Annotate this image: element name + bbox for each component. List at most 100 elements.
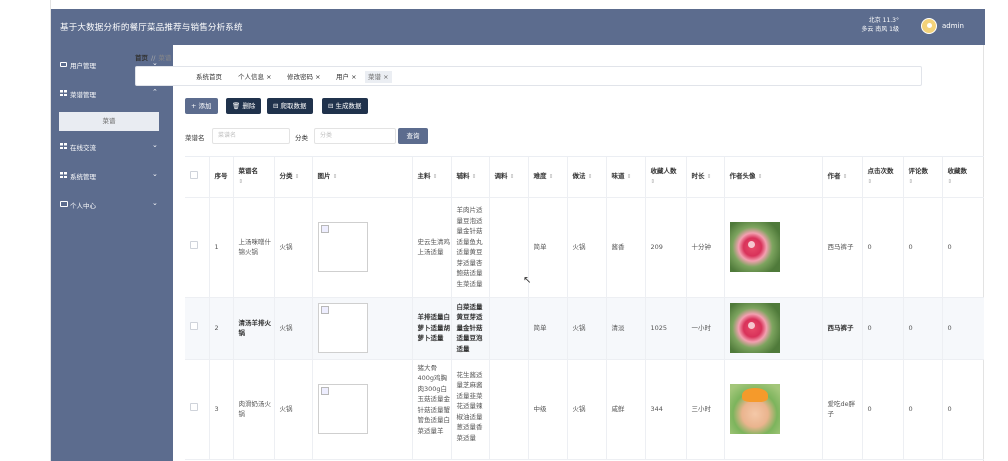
col-clicks[interactable]: 点击次数 ⇕	[862, 157, 904, 198]
recipe-table: 序号 菜谱名 ⇕ 分类 ⇕ 图片 ⇕ 主料 ⇕ 辅料 ⇕ 调料 ⇕ 难度 ⇕ 做法…	[185, 157, 984, 460]
username[interactable]: admin	[942, 22, 964, 30]
sidebar-item-online-chat[interactable]: 在线交流 ⌄	[51, 135, 173, 159]
sidebar-item-personal-center[interactable]: 个人中心 ⌄	[51, 193, 173, 217]
top-strip	[51, 0, 985, 9]
cell-seasoning	[489, 297, 529, 360]
col-taste[interactable]: 味道 ⇕	[606, 157, 646, 198]
col-category[interactable]: 分类 ⇕	[274, 157, 313, 198]
query-button[interactable]: 查询	[398, 128, 428, 144]
cell-category: 火锅	[274, 297, 313, 360]
chevron-down-icon: ⌄	[152, 170, 158, 178]
mouse-cursor-icon: ↖	[523, 275, 532, 286]
table-row[interactable]: 3 肉滑奶汤火锅 火锅 猪大骨400g鸡胸肉300g白玉菇适量金针菇适量蟹管鱼适…	[185, 359, 984, 460]
sort-icon[interactable]: ⇕	[843, 174, 848, 180]
tab-change-password[interactable]: 修改密码 ×	[284, 71, 324, 83]
cell-name: 清汤羊排火锅	[233, 297, 275, 360]
col-duration[interactable]: 时长 ⇕	[686, 157, 725, 198]
breadcrumb: 首页//菜谱	[135, 52, 171, 62]
table-header-row: 序号 菜谱名 ⇕ 分类 ⇕ 图片 ⇕ 主料 ⇕ 辅料 ⇕ 调料 ⇕ 难度 ⇕ 做法…	[185, 157, 984, 198]
col-collect[interactable]: 收藏数 ⇕	[942, 157, 984, 198]
sidebar-item-label: 个人中心	[70, 202, 96, 210]
sidebar-subitem-recipe[interactable]: 菜谱	[59, 112, 159, 131]
table-row[interactable]: 2 清汤羊排火锅 火锅 羊排适量白萝卜适量胡萝卜适量 白菜适量黄豆芽适量金针菇适…	[185, 297, 984, 360]
tab-personal-info[interactable]: 个人信息 ×	[235, 71, 275, 83]
monitor-icon	[60, 201, 68, 207]
cell-favorites: 344	[645, 359, 687, 460]
col-avatar[interactable]: 作者头像 ⇕	[724, 157, 823, 198]
sort-icon[interactable]: ⇕	[651, 177, 686, 188]
cell-comments: 0	[903, 359, 943, 460]
broken-image-icon	[317, 384, 368, 434]
cell-taste: 酱香	[606, 197, 646, 298]
author-avatar-image	[729, 303, 780, 353]
col-method[interactable]: 做法 ⇕	[567, 157, 607, 198]
cell-main: 猪大骨400g鸡胸肉300g白玉菇适量金针菇适量蟹管鱼适量白菜适量羊	[412, 359, 452, 460]
category-label: 分类	[295, 134, 308, 142]
delete-button[interactable]: 🗑 删除	[226, 98, 262, 114]
grid-icon	[60, 90, 67, 96]
table-row[interactable]: 1 上汤咪噌什锦火锅 火锅 史云生清鸡上汤适量 羊肉片适量豆泡适量金针菇适量鱼丸…	[185, 197, 984, 298]
cell-image	[312, 359, 413, 460]
col-favorites[interactable]: 收藏人数 ⇕	[645, 157, 687, 198]
cell-method: 火锅	[567, 359, 607, 460]
cell-clicks: 0	[862, 359, 904, 460]
cell-image	[312, 297, 413, 360]
cell-seasoning	[489, 359, 529, 460]
cell-clicks: 0	[862, 297, 904, 360]
select-all-cell	[185, 157, 210, 198]
cell-name: 肉滑奶汤火锅	[233, 359, 275, 460]
add-button[interactable]: + 添加	[185, 98, 218, 114]
sort-icon[interactable]: ⇕	[510, 174, 515, 180]
sidebar-item-system-management[interactable]: 系统管理 ⌄	[51, 164, 173, 188]
select-all-checkbox[interactable]	[190, 170, 198, 179]
cell-category: 火锅	[274, 359, 313, 460]
col-seasoning[interactable]: 调料 ⇕	[489, 157, 529, 198]
col-name[interactable]: 菜谱名 ⇕	[233, 157, 275, 198]
weather-condition: 多云 南风 1级	[861, 26, 899, 33]
sort-icon[interactable]: ⇕	[948, 177, 984, 188]
tabs-bar: 系统首页 个人信息 × 修改密码 × 用户 × 菜谱 ×	[135, 66, 922, 86]
cell-duration: 十分钟	[686, 197, 725, 298]
sort-icon[interactable]: ⇕	[588, 174, 593, 180]
sidebar-item-label: 在线交流	[70, 144, 96, 152]
col-author[interactable]: 作者 ⇕	[822, 157, 863, 198]
cell-aux: 白菜适量黄豆芽适量金针菇适量豆泡适量	[451, 297, 490, 360]
sidebar-item-label: 菜谱管理	[70, 91, 96, 99]
cell-seq: 1	[209, 197, 234, 298]
col-image[interactable]: 图片 ⇕	[312, 157, 413, 198]
sort-icon[interactable]: ⇕	[627, 174, 632, 180]
row-checkbox[interactable]	[190, 322, 198, 331]
col-aux[interactable]: 辅料 ⇕	[451, 157, 490, 198]
sort-icon[interactable]: ⇕	[333, 174, 338, 180]
tab-user[interactable]: 用户 ×	[333, 71, 360, 83]
generate-data-button[interactable]: ⊟ 生成数据	[322, 98, 368, 114]
recipe-name-input[interactable]: 菜谱名	[212, 128, 290, 144]
col-comments[interactable]: 评论数 ⇕	[903, 157, 943, 198]
sort-icon[interactable]: ⇕	[909, 177, 942, 188]
row-checkbox[interactable]	[190, 241, 198, 250]
col-difficulty[interactable]: 难度 ⇕	[528, 157, 568, 198]
sort-icon[interactable]: ⇕	[868, 177, 903, 188]
tab-system-home[interactable]: 系统首页	[193, 71, 225, 83]
recipe-table-wrapper: 序号 菜谱名 ⇕ 分类 ⇕ 图片 ⇕ 主料 ⇕ 辅料 ⇕ 调料 ⇕ 难度 ⇕ 做法…	[185, 156, 984, 461]
sort-icon[interactable]: ⇕	[549, 174, 554, 180]
sidebar-item-label: 用户管理	[70, 62, 96, 70]
sort-icon[interactable]: ⇕	[758, 174, 763, 180]
user-avatar[interactable]	[921, 18, 937, 34]
category-input[interactable]: 分类	[314, 128, 396, 144]
col-main[interactable]: 主料 ⇕	[412, 157, 452, 198]
cell-category: 火锅	[274, 197, 313, 298]
sort-icon[interactable]: ⇕	[472, 174, 477, 180]
row-checkbox[interactable]	[190, 403, 198, 412]
breadcrumb-home[interactable]: 首页	[135, 54, 148, 62]
recipe-name-label: 菜谱名	[185, 134, 205, 142]
sort-icon[interactable]: ⇕	[433, 174, 438, 180]
cell-collect: 0	[942, 197, 984, 298]
tab-recipe[interactable]: 菜谱 ×	[365, 71, 392, 83]
crawl-data-button[interactable]: ⊟ 爬取数据	[267, 98, 313, 114]
sort-icon[interactable]: ⇕	[707, 174, 712, 180]
sort-icon[interactable]: ⇕	[295, 174, 300, 180]
cell-method: 火锅	[567, 297, 607, 360]
cell-author: 西马裤子	[822, 197, 863, 298]
sort-icon[interactable]: ⇕	[239, 177, 274, 188]
